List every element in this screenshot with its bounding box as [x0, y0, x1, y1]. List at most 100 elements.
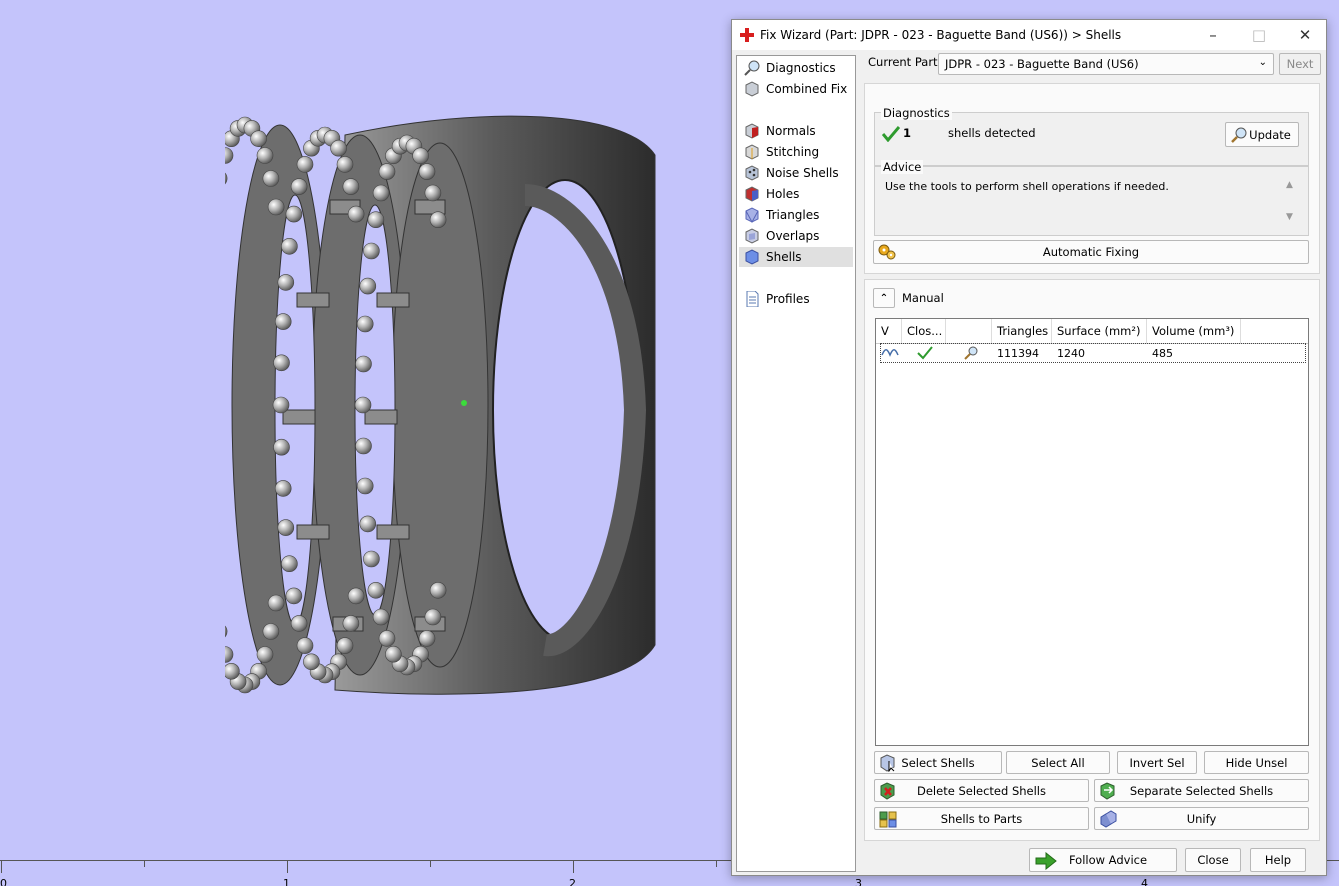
- update-label: Update: [1249, 127, 1291, 142]
- col-header-volume[interactable]: Volume (mm³): [1147, 319, 1241, 343]
- nav-combined-fix-label: Combined Fix: [766, 82, 848, 96]
- invert-sel-button[interactable]: Invert Sel: [1117, 751, 1197, 774]
- manual-label: Manual: [902, 291, 944, 305]
- table-row[interactable]: [880, 343, 1306, 363]
- select-all-button[interactable]: Select All: [1006, 751, 1110, 774]
- col-header-triangles[interactable]: Triangles: [992, 319, 1052, 343]
- nav-overlaps[interactable]: Overlaps: [739, 226, 853, 246]
- document-icon: [746, 291, 759, 307]
- col-header-surface[interactable]: Surface (mm²): [1052, 319, 1147, 343]
- current-part-value: JDPR - 023 - Baguette Band (US6): [945, 57, 1139, 71]
- gem-bead: [378, 630, 396, 647]
- nav-combined-fix[interactable]: Combined Fix: [739, 79, 853, 99]
- delete-cube-icon: [880, 782, 895, 800]
- shells-to-parts-label: Shells to Parts: [940, 811, 1023, 826]
- scroll-down-icon[interactable]: ▼: [1286, 212, 1293, 222]
- close-button[interactable]: Close: [1185, 848, 1241, 872]
- follow-advice-label: Follow Advice: [1068, 853, 1148, 867]
- gem-bead: [359, 277, 377, 295]
- ring-model[interactable]: [225, 105, 665, 705]
- nav-shells-label: Shells: [766, 250, 802, 264]
- title-bar[interactable]: Fix Wizard (Part: JDPR - 023 - Baguette …: [732, 20, 1326, 50]
- check-icon: [882, 126, 900, 142]
- minimize-button[interactable]: –: [1190, 20, 1236, 50]
- nav-holes[interactable]: Holes: [739, 184, 853, 204]
- gem-bead: [367, 211, 385, 228]
- scroll-up-icon[interactable]: ▲: [1286, 180, 1293, 190]
- ruler-label-2: 2: [569, 877, 576, 886]
- maximize-button[interactable]: □: [1236, 20, 1282, 50]
- next-button[interactable]: Next: [1279, 53, 1321, 75]
- gem-bead: [225, 646, 234, 663]
- separate-selected-shells-button[interactable]: Separate Selected Shells: [1094, 779, 1309, 802]
- ruler-tick: [1, 861, 2, 873]
- follow-advice-button[interactable]: Follow Advice: [1029, 848, 1177, 872]
- nav-shells[interactable]: Shells: [739, 247, 853, 267]
- nav-noise-shells[interactable]: Noise Shells: [739, 163, 853, 183]
- help-label: Help: [1264, 853, 1292, 867]
- visible-cell[interactable]: [876, 344, 902, 362]
- gem-bead: [378, 163, 396, 180]
- col-header-visible[interactable]: V: [876, 319, 902, 343]
- gem-bead: [363, 550, 380, 568]
- nav-diagnostics[interactable]: Diagnostics: [739, 58, 853, 78]
- col-header-closed[interactable]: Clos...: [902, 319, 946, 343]
- gem-bead: [347, 205, 365, 223]
- gem-bead: [424, 184, 442, 202]
- shells-to-parts-icon: [879, 811, 897, 828]
- green-arrow-icon: [1035, 852, 1057, 870]
- current-part-select[interactable]: JDPR - 023 - Baguette Band (US6) ⌄: [938, 53, 1274, 75]
- update-button[interactable]: Update: [1225, 122, 1299, 147]
- magnifier-icon: [744, 60, 760, 76]
- nav-profiles[interactable]: Profiles: [739, 289, 853, 309]
- gem-bead: [359, 515, 377, 533]
- nav-triangles[interactable]: Triangles: [739, 205, 853, 225]
- shells-icon: [745, 249, 759, 265]
- collapse-manual-button[interactable]: ⌃: [873, 288, 895, 308]
- automatic-fixing-label: Automatic Fixing: [1042, 245, 1140, 259]
- gem-bead: [342, 615, 360, 632]
- cube-icon: [745, 81, 759, 97]
- ruler-tick: [716, 861, 717, 867]
- select-shells-label: Select Shells: [901, 755, 975, 770]
- gem-bead: [355, 437, 372, 455]
- gem-bead: [285, 205, 303, 223]
- close-window-button[interactable]: ✕: [1282, 20, 1328, 50]
- hide-unsel-button[interactable]: Hide Unsel: [1204, 751, 1309, 774]
- gem-bead: [356, 315, 374, 333]
- help-button[interactable]: Help: [1250, 848, 1306, 872]
- gem-bead: [418, 630, 436, 647]
- gem-bead: [372, 608, 390, 626]
- next-label: Next: [1286, 57, 1314, 71]
- col-header-inspect[interactable]: [946, 319, 992, 343]
- ruler-label-0: 0: [0, 877, 7, 886]
- ruler-label-1: 1: [283, 877, 290, 886]
- gem-bead: [372, 184, 390, 202]
- diagnostics-heading: Diagnostics: [881, 106, 952, 120]
- separate-selected-label: Separate Selected Shells: [1129, 783, 1274, 798]
- gem-bead: [354, 396, 372, 414]
- shell-table[interactable]: V Clos... Triangles Surface (mm²) Volume…: [875, 318, 1309, 746]
- nav-normals[interactable]: Normals: [739, 121, 853, 141]
- hide-unsel-label: Hide Unsel: [1225, 755, 1288, 770]
- unify-button[interactable]: Unify: [1094, 807, 1309, 830]
- nav-stitching[interactable]: Stitching: [739, 142, 853, 162]
- gem-bead: [367, 581, 385, 599]
- automatic-fixing-button[interactable]: Automatic Fixing: [873, 240, 1309, 264]
- gem-bead: [281, 555, 298, 573]
- gem-bead: [281, 238, 298, 255]
- select-shells-button[interactable]: Select Shells: [874, 751, 1002, 774]
- shells-to-parts-button[interactable]: Shells to Parts: [874, 807, 1089, 830]
- inspect-cell[interactable]: [958, 344, 988, 362]
- ruler-tick: [430, 861, 431, 867]
- chevron-down-icon: ⌄: [1258, 57, 1267, 68]
- gem-bead: [267, 594, 285, 612]
- nav-triangles-label: Triangles: [766, 208, 820, 222]
- delete-selected-shells-button[interactable]: Delete Selected Shells: [874, 779, 1089, 802]
- gem-bead: [262, 623, 280, 640]
- gem-bead: [356, 477, 374, 495]
- nav-normals-label: Normals: [766, 124, 816, 138]
- invert-sel-label: Invert Sel: [1129, 755, 1185, 770]
- triangles-icon: [745, 207, 759, 223]
- gem-bead: [418, 163, 436, 180]
